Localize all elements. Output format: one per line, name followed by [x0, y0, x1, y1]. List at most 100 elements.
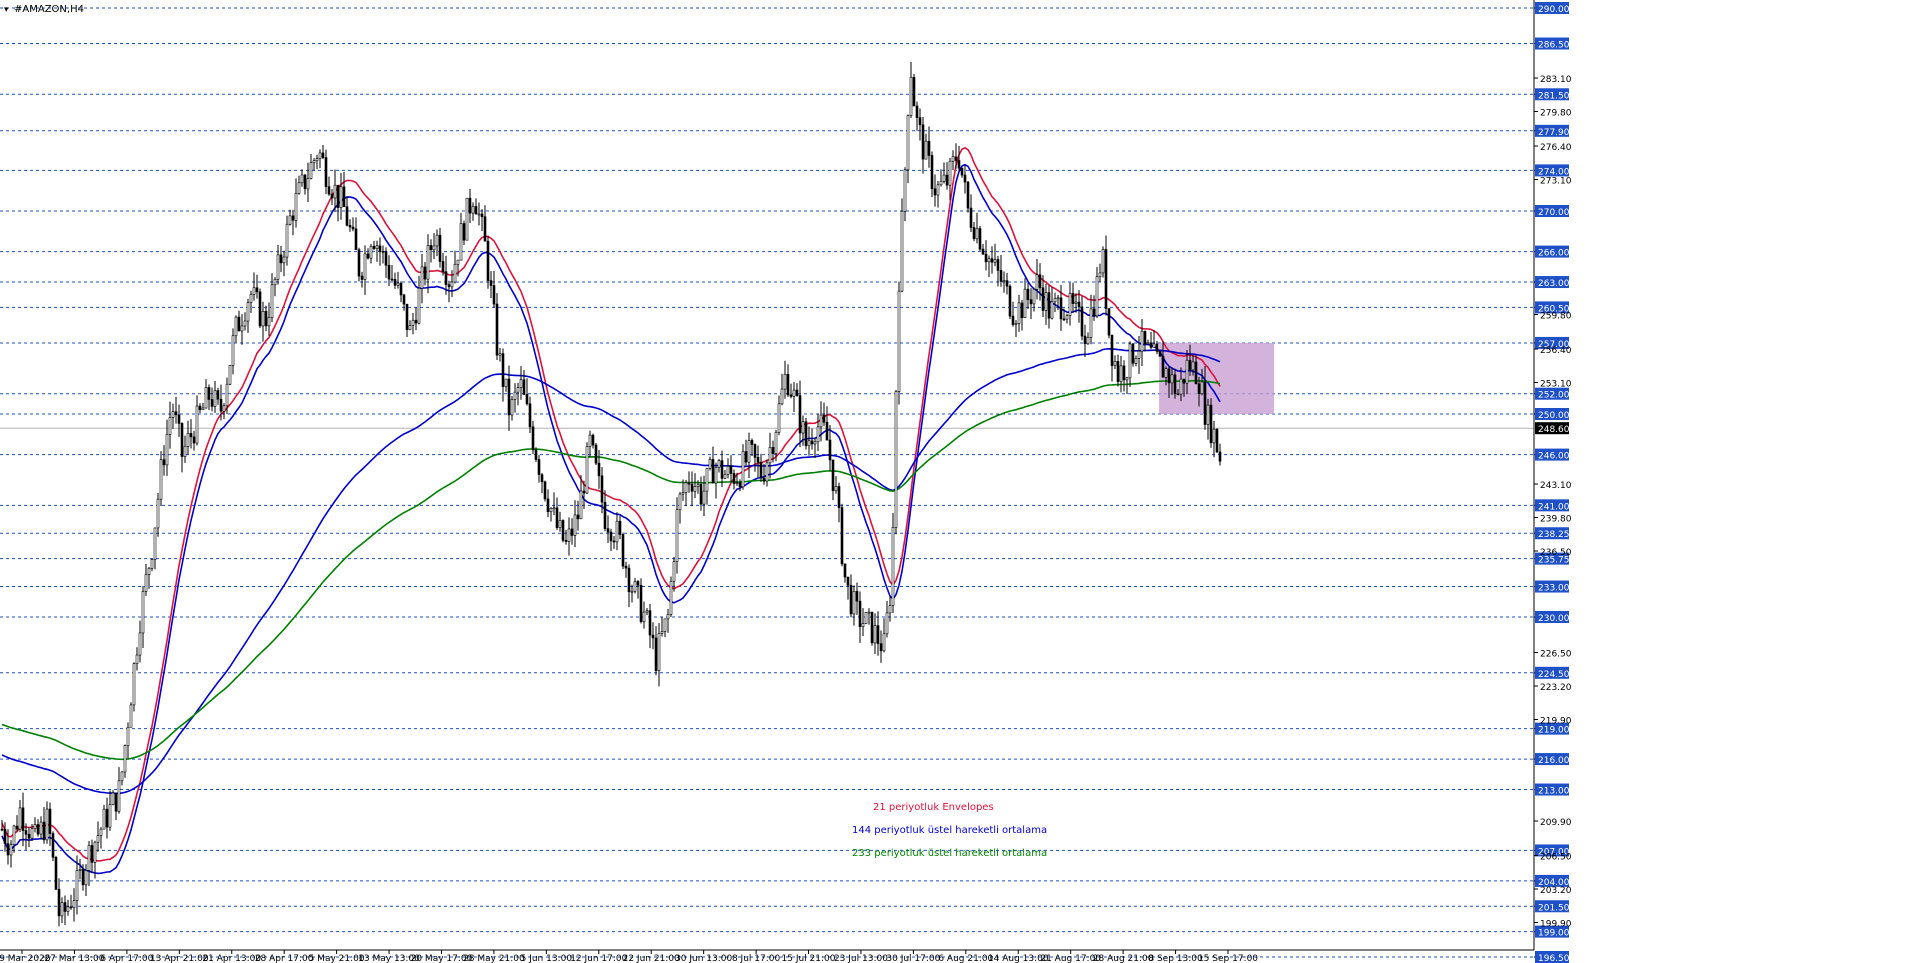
candle-body [519, 379, 523, 388]
candle-body [717, 460, 721, 468]
y-tick-label: 219.90 [1540, 716, 1572, 726]
candle-body [675, 509, 679, 562]
candle-body [168, 417, 172, 435]
candle-body [333, 184, 337, 199]
candle-body [105, 808, 109, 828]
candle-body [1158, 351, 1162, 357]
candle-body [1038, 274, 1042, 289]
y-tick-label: 239.80 [1540, 515, 1572, 525]
candle-body [774, 431, 778, 454]
candle-body [171, 411, 175, 418]
candle-body [156, 498, 160, 529]
price-axis: 290.00286.50281.50277.90274.00270.00266.… [1534, 2, 1572, 963]
candle-body [624, 565, 628, 569]
candle-body [582, 490, 586, 494]
x-tick-label: 15 Sep 17:00 [1198, 954, 1258, 963]
candle-body [444, 271, 448, 285]
x-tick-label: 27 Mar 13:00 [44, 954, 104, 963]
candle-body [3, 829, 7, 844]
candle-body [90, 845, 94, 863]
candle-body [66, 906, 70, 912]
candle-body [1053, 298, 1057, 303]
candle-body [1206, 404, 1210, 425]
candle-body [219, 398, 223, 412]
candle-body [339, 186, 343, 208]
candle-body [678, 493, 682, 511]
candle-body [1218, 451, 1222, 462]
candle-body [738, 482, 742, 488]
candle-body [312, 160, 316, 164]
candle-body [453, 263, 457, 283]
candle-body [1191, 361, 1195, 371]
candle-body [918, 117, 922, 126]
candle-body [657, 633, 661, 671]
x-tick-label: 15 Jul 21:00 [782, 954, 836, 963]
dropdown-icon[interactable]: ▾ [4, 5, 9, 15]
candle-body [1065, 315, 1069, 320]
candle-body [108, 804, 112, 828]
candle-body [24, 830, 28, 835]
x-tick-label: 6 Aug 21:00 [938, 954, 993, 963]
candle-body [441, 261, 445, 272]
candle-body [330, 193, 334, 199]
candle-body [1149, 342, 1153, 348]
candle-body [1143, 330, 1147, 345]
candle-body [690, 483, 694, 492]
price-chart[interactable]: 290.00286.50281.50277.90274.00270.00266.… [0, 0, 1916, 963]
candle-body [1212, 428, 1216, 444]
candle-body [885, 612, 889, 635]
candle-body [909, 76, 913, 116]
candle-body [147, 567, 151, 575]
x-tick-label: 5 May 21:00 [309, 954, 365, 963]
candle-body [1032, 289, 1036, 305]
candle-body [1104, 249, 1108, 309]
candle-body [516, 387, 520, 393]
candle-body [1080, 306, 1084, 337]
candle-body [1020, 302, 1024, 318]
candle-body [1086, 337, 1090, 345]
candle-body [1197, 383, 1201, 395]
candle-body [936, 184, 940, 196]
symbol-header[interactable]: ▾ #AMAZON,H4 [4, 4, 84, 15]
candle-body [456, 259, 460, 265]
candle-body [291, 215, 295, 221]
y-tick-label: 263.00 [1538, 279, 1570, 289]
candle-body [759, 461, 763, 479]
candle-body [663, 618, 667, 632]
candle-body [489, 280, 493, 286]
candle-body [252, 287, 256, 295]
candle-body [1077, 301, 1081, 308]
candle-body [1125, 377, 1129, 381]
candle-body [969, 207, 973, 228]
candle-body [1029, 299, 1033, 305]
candle-body [990, 258, 994, 263]
candle-body [261, 311, 265, 327]
candle-body [597, 462, 601, 477]
candle-body [429, 245, 433, 250]
candle-body [366, 253, 370, 259]
candle-body [600, 475, 604, 503]
candle-body [465, 197, 469, 241]
candle-body [618, 520, 622, 535]
y-tick-label: 223.20 [1540, 683, 1572, 693]
y-tick-label: 252.00 [1538, 391, 1570, 401]
candle-body [1056, 297, 1060, 300]
candle-body [558, 520, 562, 528]
candle-body [534, 449, 538, 460]
candle-body [315, 158, 319, 161]
candle-body [648, 610, 652, 636]
candle-body [18, 807, 22, 830]
candle-body [132, 663, 136, 706]
candle-body [1041, 287, 1045, 311]
candle-body [828, 439, 832, 461]
x-tick-label: 28 Aug 21:00 [1093, 954, 1154, 963]
candle-body [336, 184, 340, 208]
candle-body [843, 563, 847, 578]
candle-body [852, 590, 856, 615]
candle-body [1179, 378, 1183, 395]
candle-body [102, 808, 106, 830]
candle-body [972, 227, 976, 240]
candle-body [402, 294, 406, 305]
candle-body [945, 174, 949, 186]
candle-body [861, 623, 865, 628]
